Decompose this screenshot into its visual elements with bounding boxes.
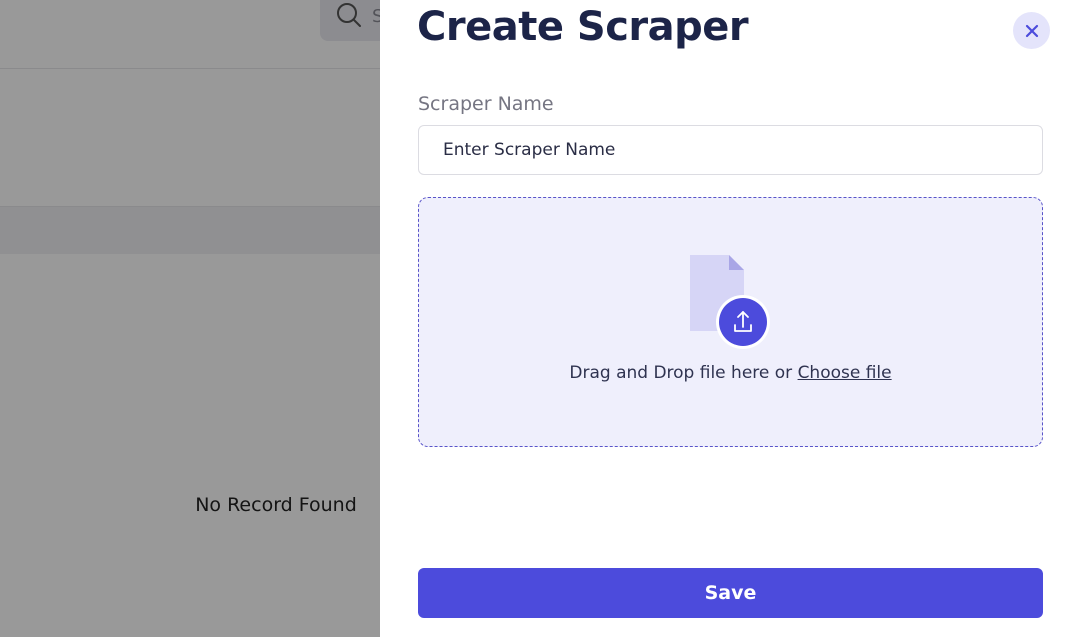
create-scraper-drawer: Create Scraper Scraper Name Drag and Dro… [380,0,1078,637]
choose-file-link[interactable]: Choose file [798,363,892,383]
dropzone-text: Drag and Drop file here or [569,363,793,383]
dropzone-instructions: Drag and Drop file here or Choose file [419,363,1042,383]
save-button[interactable]: Save [418,568,1043,618]
file-upload-icon [690,255,770,349]
close-button[interactable] [1013,12,1050,49]
drawer-title: Create Scraper [417,4,749,50]
scraper-name-input[interactable] [418,125,1043,175]
file-dropzone[interactable]: Drag and Drop file here or Choose file [418,197,1043,447]
scraper-name-label: Scraper Name [418,93,554,115]
page: S No Record Found Create Scraper Scraper… [0,0,1078,637]
close-icon [1025,24,1038,37]
